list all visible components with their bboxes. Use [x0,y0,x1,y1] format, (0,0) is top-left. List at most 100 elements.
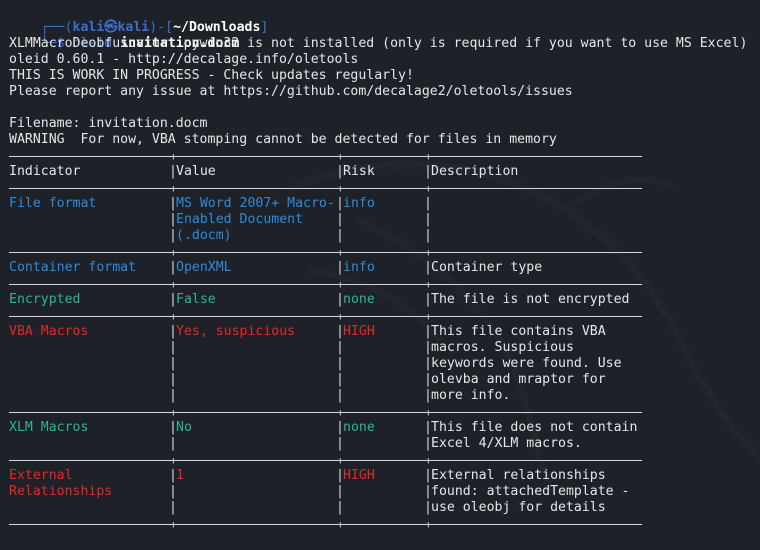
table-rule-junction: + [425,454,432,467]
table-rule-junction: + [337,150,344,163]
description-cell: olevba and mraptor for [431,372,606,387]
description-cell: This file does not contain [431,420,638,435]
table-column-separator: | [169,500,177,515]
table-column-separator: | [336,324,344,339]
description-cell: keywords were found. Use [431,356,622,371]
table-column-separator: | [169,292,177,307]
table-column-separator: | [336,228,344,243]
table-column-separator: | [336,484,344,499]
table-column-separator: | [424,388,432,403]
value-cell: False [176,292,216,307]
table-rule-junction: + [337,182,344,195]
output-line: THIS IS WORK IN PROGRESS - Check updates… [9,68,414,83]
table-rule-junction: + [337,246,344,259]
table-rule-junction: + [425,278,432,291]
risk-cell: HIGH [343,468,375,483]
value-cell: OpenXML [176,260,232,275]
table-rule-junction: + [170,310,177,323]
description-cell: Excel 4/XLM macros. [431,436,582,451]
description-cell: more info. [431,388,511,403]
table-rule [9,284,642,285]
table-column-separator: | [336,292,344,307]
table-rule [9,316,642,317]
table-rule-junction: + [425,518,432,531]
indicator-cell: Encrypted [9,292,81,307]
command-line[interactable]: └─$ oleid invitation.docm [9,20,240,51]
table-column-separator: | [336,212,344,227]
table-rule-junction: + [425,246,432,259]
table-column-separator: | [424,196,432,211]
table-rule-junction: + [170,278,177,291]
indicator-cell: VBA Macros [9,324,89,339]
table-rule-junction: + [425,150,432,163]
table-column-separator: | [336,420,344,435]
table-column-separator: | [169,260,177,275]
table-column-separator: | [424,500,432,515]
table-rule-junction: + [337,454,344,467]
table-column-separator: | [336,340,344,355]
table-column-separator: | [169,388,177,403]
table-column-separator: | [424,228,432,243]
table-rule-junction: + [337,406,344,419]
indicator-cell: XLM Macros [9,420,89,435]
indicator-cell: Relationships [9,484,113,499]
output-line: Filename: invitation.docm [9,116,208,131]
value-cell: MS Word 2007+ Macro- [176,196,335,211]
table-column-separator: | [424,356,432,371]
header-description: Description [431,164,519,179]
table-column-separator: | [424,260,432,275]
risk-cell: none [343,420,375,435]
table-rule [9,156,642,157]
table-column-separator: | [169,228,177,243]
table-column-separator: | [424,324,432,339]
table-column-separator: | [336,500,344,515]
prompt-line: ┌──(kali㉿kali)-[~/Downloads] [9,4,269,35]
table-rule [9,188,642,189]
table-rule-junction: + [425,310,432,323]
indicator-cell: External [9,468,73,483]
description-cell: The file is not encrypted [431,292,630,307]
table-column-separator: | [169,164,177,179]
output-line: WARNING For now, VBA stomping cannot be … [9,132,557,147]
output-line: XLMMacroDeobfuscator: pywin32 is not ins… [9,36,748,51]
table-column-separator: | [424,420,432,435]
description-cell: This file contains VBA [431,324,606,339]
table-column-separator: | [424,164,432,179]
table-rule [9,460,642,461]
table-column-separator: | [336,468,344,483]
table-column-separator: | [424,484,432,499]
table-column-separator: | [424,468,432,483]
table-rule-junction: + [170,454,177,467]
table-column-separator: | [336,372,344,387]
prompt-bracket-end: ] [260,20,269,35]
output-line: oleid 0.60.1 - http://decalage.info/olet… [9,52,359,67]
risk-cell: info [343,196,375,211]
value-cell: No [176,420,192,435]
table-rule-junction: + [337,278,344,291]
table-rule-junction: + [337,310,344,323]
risk-cell: none [343,292,375,307]
table-column-separator: | [336,196,344,211]
table-column-separator: | [424,436,432,451]
description-cell: External relationships [431,468,606,483]
table-column-separator: | [169,372,177,387]
description-cell: found: attachedTemplate - [431,484,630,499]
table-column-separator: | [424,212,432,227]
table-column-separator: | [336,164,344,179]
description-cell: macros. Suspicious [431,340,574,355]
table-column-separator: | [169,196,177,211]
table-column-separator: | [424,340,432,355]
table-rule [9,252,642,253]
risk-cell: HIGH [343,324,375,339]
table-rule-junction: + [337,518,344,531]
table-column-separator: | [336,356,344,371]
indicator-cell: Container format [9,260,137,275]
value-cell: Enabled Document [176,212,304,227]
table-column-separator: | [336,436,344,451]
terminal-window[interactable]: ┌──(kali㉿kali)-[~/Downloads] └─$ oleid i… [0,0,760,536]
indicator-cell: File format [9,196,97,211]
header-indicator: Indicator [9,164,81,179]
value-cell: (.docm) [176,228,232,243]
table-column-separator: | [336,260,344,275]
table-column-separator: | [169,420,177,435]
